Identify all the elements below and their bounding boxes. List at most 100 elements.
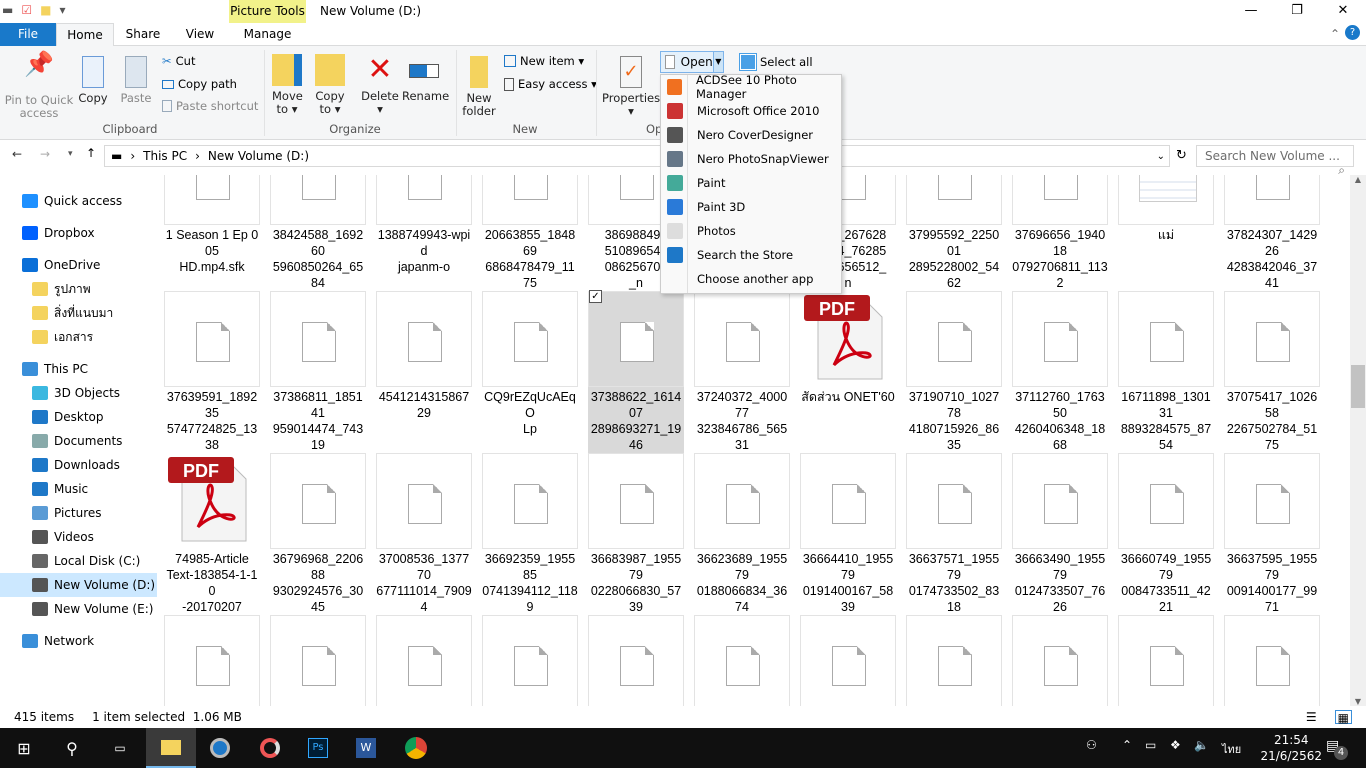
file-item[interactable] bbox=[1224, 615, 1320, 706]
file-item[interactable]: แม่ bbox=[1118, 175, 1214, 245]
start-button[interactable]: ⊞ bbox=[0, 728, 48, 768]
open-with-item[interactable]: Nero PhotoSnapViewer bbox=[661, 147, 841, 171]
large-icons-view-icon[interactable]: ▦ bbox=[1334, 710, 1352, 725]
sidebar-item[interactable]: 3D Objects bbox=[0, 381, 157, 405]
file-item[interactable]: 1 Season 1 Ep 005 HD.mp4.sfk bbox=[164, 175, 260, 277]
app-taskbar-2[interactable] bbox=[246, 728, 294, 768]
pin-quick-access-button[interactable]: 📌 Pin to Quick access bbox=[4, 52, 74, 120]
file-item[interactable] bbox=[482, 615, 578, 706]
forward-arrow-icon[interactable]: → bbox=[40, 147, 50, 161]
file-explorer-taskbar[interactable] bbox=[146, 728, 196, 768]
file-item[interactable] bbox=[1012, 615, 1108, 706]
scroll-down-icon[interactable]: ▼ bbox=[1350, 697, 1366, 706]
open-with-item[interactable]: Photos bbox=[661, 219, 841, 243]
open-with-item[interactable]: Nero CoverDesigner bbox=[661, 123, 841, 147]
back-arrow-icon[interactable]: ← bbox=[12, 147, 22, 161]
customize-qat-icon[interactable]: ▾ bbox=[59, 3, 65, 17]
sidebar-item[interactable]: Music bbox=[0, 477, 157, 501]
tab-share[interactable]: Share bbox=[118, 23, 168, 46]
up-arrow-icon[interactable]: ↑ bbox=[86, 146, 96, 160]
open-dropdown-arrow[interactable]: ▼ bbox=[712, 52, 723, 72]
open-with-item[interactable]: Microsoft Office 2010 bbox=[661, 99, 841, 123]
show-hidden-icons[interactable]: ⌃ bbox=[1122, 738, 1132, 752]
minimize-button[interactable]: — bbox=[1228, 0, 1274, 22]
sidebar-item[interactable]: รูปภาพ bbox=[0, 277, 157, 301]
ribbon-collapse-icon[interactable]: ⌃ bbox=[1330, 27, 1340, 41]
paste-button[interactable]: Paste bbox=[120, 56, 152, 105]
sidebar-item[interactable]: สิ่งที่แนบมา bbox=[0, 301, 157, 325]
battery-icon[interactable]: ▭ bbox=[1145, 738, 1156, 752]
move-to-button[interactable]: Move to ▾ bbox=[272, 54, 303, 116]
sidebar-item[interactable]: Videos bbox=[0, 525, 157, 549]
tab-view[interactable]: View bbox=[176, 23, 224, 46]
sidebar-item[interactable]: This PC bbox=[0, 357, 157, 381]
open-with-item[interactable]: Search the Store bbox=[661, 243, 841, 267]
address-bar[interactable]: ▬ › This PC › New Volume (D:) ⌄ bbox=[104, 145, 1170, 167]
file-item[interactable] bbox=[164, 615, 260, 706]
sidebar-item[interactable]: Downloads bbox=[0, 453, 157, 477]
rename-button[interactable]: Rename bbox=[402, 54, 449, 103]
sidebar-item[interactable]: Pictures bbox=[0, 501, 157, 525]
file-item[interactable] bbox=[1118, 615, 1214, 706]
chrome-taskbar[interactable] bbox=[392, 728, 440, 768]
file-item[interactable] bbox=[376, 615, 472, 706]
file-item[interactable] bbox=[800, 615, 896, 706]
sidebar-item[interactable]: Network bbox=[0, 629, 157, 653]
address-dropdown-icon[interactable]: ⌄ bbox=[1153, 151, 1169, 162]
sidebar-item[interactable]: Documents bbox=[0, 429, 157, 453]
copy-path-button[interactable]: Copy path bbox=[162, 77, 237, 91]
refresh-icon[interactable]: ↻ bbox=[1176, 148, 1187, 163]
search-taskbar-button[interactable]: ⚲ bbox=[48, 728, 96, 768]
photoshop-taskbar[interactable]: Ps bbox=[294, 728, 342, 768]
app-taskbar-1[interactable] bbox=[196, 728, 244, 768]
open-button[interactable]: Open ▼ bbox=[660, 51, 724, 73]
open-with-item[interactable]: ACDSee 10 Photo Manager bbox=[661, 73, 841, 101]
file-item[interactable] bbox=[588, 615, 684, 706]
file-item[interactable]: PDF 74985-Article Text-183854-1-10 -20170… bbox=[164, 453, 260, 617]
sidebar-item[interactable]: Dropbox bbox=[0, 221, 157, 245]
easy-access-button[interactable]: Easy access ▾ bbox=[504, 77, 597, 91]
file-item[interactable] bbox=[694, 615, 790, 706]
new-folder-qat-icon[interactable]: ■ bbox=[40, 3, 51, 17]
dropbox-tray-icon[interactable]: ❖ bbox=[1170, 738, 1181, 752]
file-item[interactable]: CQ9rEZqUcAEqO Lp bbox=[482, 291, 578, 439]
select-all-button[interactable]: Select all bbox=[739, 53, 813, 71]
word-taskbar[interactable]: W bbox=[342, 728, 390, 768]
delete-button[interactable]: ✕ Delete ▾ bbox=[360, 54, 400, 116]
sidebar-item[interactable]: Desktop bbox=[0, 405, 157, 429]
file-item[interactable] bbox=[270, 615, 366, 706]
people-icon[interactable]: ⚇ bbox=[1086, 738, 1097, 752]
help-icon[interactable]: ? bbox=[1345, 25, 1360, 40]
properties-qat-icon[interactable]: ☑ bbox=[21, 3, 32, 17]
sidebar-item[interactable]: New Volume (D:) bbox=[0, 573, 157, 597]
sidebar-item[interactable]: Local Disk (C:) bbox=[0, 549, 157, 573]
tab-home[interactable]: Home bbox=[56, 23, 114, 47]
volume-icon[interactable]: 🔈 bbox=[1194, 738, 1209, 752]
scrollbar-thumb[interactable] bbox=[1351, 365, 1365, 408]
open-with-item[interactable]: Paint 3D bbox=[661, 195, 841, 219]
tab-manage[interactable]: Manage bbox=[229, 23, 306, 46]
breadcrumb-new-volume[interactable]: New Volume (D:) bbox=[208, 149, 309, 163]
vertical-scrollbar[interactable]: ▲ ▼ bbox=[1350, 175, 1366, 706]
new-item-button[interactable]: New item ▾ bbox=[504, 54, 584, 68]
maximize-button[interactable]: ❐ bbox=[1274, 0, 1320, 22]
scroll-up-icon[interactable]: ▲ bbox=[1350, 175, 1366, 184]
details-view-icon[interactable]: ☰ bbox=[1306, 710, 1317, 724]
sidebar-item[interactable]: เอกสาร bbox=[0, 325, 157, 349]
open-with-item[interactable]: Paint bbox=[661, 171, 841, 195]
cut-button[interactable]: ✂ Cut bbox=[162, 54, 195, 68]
search-input[interactable]: Search New Volume ... ⌕ bbox=[1196, 145, 1354, 177]
breadcrumb-this-pc[interactable]: This PC bbox=[143, 149, 187, 163]
new-folder-button[interactable]: New folder bbox=[462, 56, 496, 118]
file-item[interactable]: 1388749943-wpid japanm-o bbox=[376, 175, 472, 277]
file-item[interactable]: 454121431586729 bbox=[376, 291, 472, 423]
file-item[interactable]: PDF สัดส่วน ONET'60 bbox=[800, 291, 896, 407]
clock[interactable]: 21:54 21/6/2562 bbox=[1260, 732, 1322, 764]
close-button[interactable]: ✕ bbox=[1320, 0, 1366, 22]
sidebar-item[interactable]: OneDrive bbox=[0, 253, 157, 277]
tab-file[interactable]: File bbox=[0, 23, 56, 46]
paste-shortcut-button[interactable]: Paste shortcut bbox=[162, 99, 258, 113]
file-item[interactable] bbox=[906, 615, 1002, 706]
copy-button[interactable]: Copy bbox=[78, 56, 108, 105]
copy-to-button[interactable]: Copy to ▾ bbox=[315, 54, 345, 116]
